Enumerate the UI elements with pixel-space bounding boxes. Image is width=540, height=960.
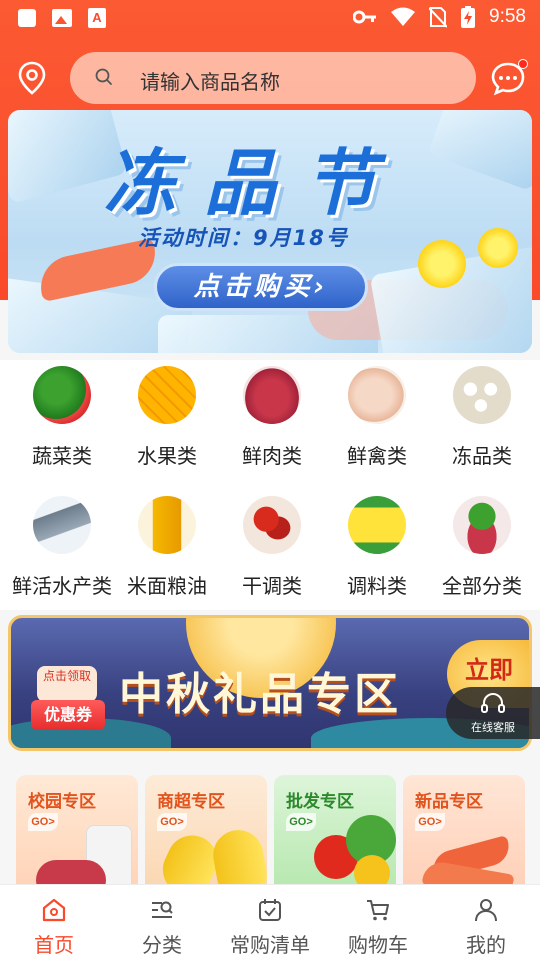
category-fruits[interactable]: 水果类: [113, 360, 221, 478]
category-search-icon: [152, 901, 173, 918]
category-label: 水果类: [137, 444, 197, 468]
product-corn-image: [209, 826, 267, 887]
category-label: 全部分类: [442, 574, 522, 598]
nav-label: 首页: [34, 933, 74, 957]
unread-dot: [518, 59, 528, 69]
category-dried-goods[interactable]: 干调类: [218, 490, 326, 608]
zone-new-products[interactable]: 新品专区 GO>: [403, 775, 525, 887]
category-label: 米面粮油: [127, 574, 207, 598]
no-sim-icon: [429, 7, 448, 28]
nav-frequent-list[interactable]: 常购清单: [216, 885, 324, 960]
status-right-icons: 9:58: [353, 6, 526, 28]
nav-label: 购物车: [348, 933, 408, 957]
zone-title: 批发专区: [286, 792, 354, 812]
nav-mine[interactable]: 我的: [432, 885, 540, 960]
hero-banner[interactable]: 冻品节 活动时间：9月18号 点击购买›: [8, 110, 532, 353]
lemon-slice-image: [418, 240, 466, 288]
zone-go-badge: GO>: [157, 813, 187, 831]
zone-title: 商超专区: [157, 792, 225, 812]
hero-date: 活动时间：9月18号: [138, 226, 349, 250]
category-all[interactable]: 全部分类: [428, 490, 536, 608]
dried-chili-icon: [243, 496, 301, 554]
category-vegetables[interactable]: 蔬菜类: [8, 360, 116, 478]
zone-campus[interactable]: 校园专区 GO>: [16, 775, 138, 887]
category-label: 干调类: [242, 574, 302, 598]
checklist-icon: [259, 899, 281, 921]
coupon-top-text: 点击领取: [37, 666, 97, 702]
bottom-nav: 首页 分类 常购清单 购物车 我的: [0, 884, 540, 960]
location-pin-icon[interactable]: [14, 60, 50, 96]
zone-title: 新品专区: [415, 792, 483, 812]
search-placeholder: 请输入商品名称: [140, 70, 280, 94]
online-service-button[interactable]: 在线客服: [446, 687, 540, 739]
nav-home[interactable]: 首页: [0, 885, 108, 960]
search-input[interactable]: 请输入商品名称: [70, 52, 476, 104]
zone-supermarket[interactable]: 商超专区 GO>: [145, 775, 267, 887]
home-icon: [42, 898, 66, 922]
zone-go-badge: GO>: [286, 813, 316, 831]
key-icon: [353, 10, 377, 24]
ice-cube-decoration: [427, 110, 532, 192]
square-notification-icon: [18, 9, 36, 27]
category-label: 蔬菜类: [32, 444, 92, 468]
oil-bottle-icon: [138, 496, 196, 554]
lemon-slice-image: [478, 228, 518, 268]
frozen-dumplings-icon: [453, 366, 511, 424]
nav-category[interactable]: 分类: [108, 885, 216, 960]
user-icon: [475, 899, 497, 922]
buy-now-button[interactable]: 点击购买›: [154, 263, 368, 311]
status-time: 9:58: [489, 6, 526, 27]
promo-title: 中秋礼品专区: [119, 669, 401, 720]
nav-label: 常购清单: [230, 933, 310, 957]
headset-icon: [481, 693, 505, 713]
battery-charging-icon: [461, 6, 476, 28]
nav-cart[interactable]: 购物车: [324, 885, 432, 960]
status-bar: A 9:58: [0, 0, 540, 36]
category-grid: 蔬菜类 水果类 鲜肉类 鲜禽类 冻品类 鲜活水产类 米面粮油 干调类 调料类 全…: [0, 360, 540, 610]
category-label: 鲜禽类: [347, 444, 407, 468]
zone-wholesale[interactable]: 批发专区 GO>: [274, 775, 396, 887]
category-frozen[interactable]: 冻品类: [428, 360, 536, 478]
category-grain-oil[interactable]: 米面粮油: [113, 490, 221, 608]
category-label: 冻品类: [452, 444, 512, 468]
meat-icon: [243, 366, 301, 424]
coupon-badge[interactable]: 点击领取 优惠券: [31, 666, 105, 736]
nav-label: 分类: [142, 933, 182, 957]
poultry-icon: [348, 366, 406, 424]
fish-icon: [33, 496, 91, 554]
search-icon: [95, 68, 112, 85]
zone-go-badge: GO>: [28, 813, 58, 831]
product-meat-image: [36, 860, 106, 887]
search-row: 请输入商品名称: [0, 52, 540, 104]
vegetables-icon: [33, 366, 91, 424]
all-categories-icon: [453, 496, 511, 554]
nav-label: 我的: [466, 933, 506, 957]
cart-icon: [367, 900, 389, 921]
product-pepper-image: [354, 855, 390, 887]
category-seasoning[interactable]: 调料类: [323, 490, 431, 608]
category-fresh-meat[interactable]: 鲜肉类: [218, 360, 326, 478]
zone-title: 校园专区: [28, 792, 96, 812]
wifi-icon: [391, 7, 416, 26]
online-service-label: 在线客服: [471, 721, 515, 734]
category-aquatic[interactable]: 鲜活水产类: [8, 490, 116, 608]
image-icon: [52, 9, 72, 27]
category-poultry[interactable]: 鲜禽类: [323, 360, 431, 478]
a-app-icon: A: [88, 8, 106, 28]
coupon-label: 优惠券: [31, 700, 105, 730]
mango-icon: [138, 366, 196, 424]
status-left-icons: A: [18, 8, 106, 28]
hero-title: 冻品节: [104, 141, 405, 225]
message-button[interactable]: [490, 59, 528, 96]
category-label: 鲜活水产类: [12, 574, 112, 598]
seasoning-pack-icon: [348, 496, 406, 554]
zone-go-badge: GO>: [415, 813, 445, 831]
category-label: 调料类: [347, 574, 407, 598]
category-label: 鲜肉类: [242, 444, 302, 468]
